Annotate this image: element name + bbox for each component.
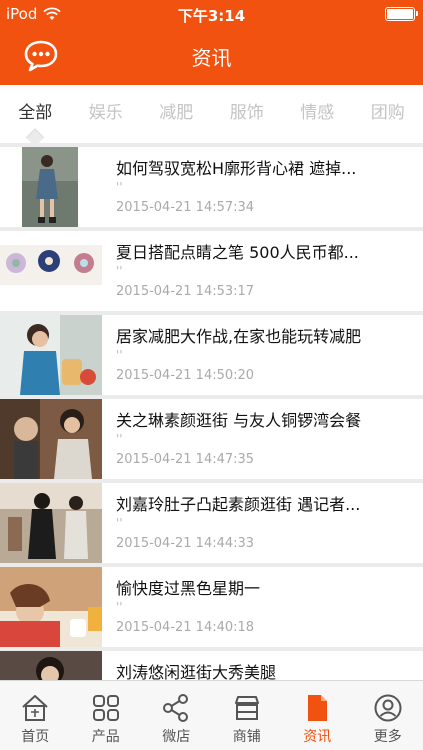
- list-item[interactable]: 关之琳素颜逛街 与友人铜锣湾会餐 '' 2015-04-21 14:47:35: [0, 399, 423, 479]
- grid-icon: [92, 695, 119, 721]
- tabbar-shops[interactable]: 商铺: [212, 681, 283, 750]
- article-title: 居家减肥大作战,在家也能玩转减肥: [116, 327, 362, 346]
- article-thumbnail: [0, 147, 102, 227]
- article-title: 刘嘉玲肚子凸起素颜逛街 遇记者...: [116, 495, 361, 514]
- tabbar-label: 微店: [162, 729, 191, 745]
- article-date: 2015-04-21 14:50:20: [116, 368, 255, 383]
- battery-icon: [385, 7, 418, 21]
- tabbar-label: 首页: [21, 729, 50, 745]
- article-date: 2015-04-21 14:44:33: [116, 536, 255, 551]
- status-bar: iPod 下午3:14: [0, 0, 423, 28]
- list-item[interactable]: 居家减肥大作战,在家也能玩转减肥 '' 2015-04-21 14:50:20: [0, 315, 423, 395]
- article-thumbnail: [0, 315, 102, 395]
- article-title: 愉快度过黑色星期一: [116, 579, 261, 598]
- tabbar-products[interactable]: 产品: [71, 681, 142, 750]
- article-thumbnail: [0, 651, 102, 680]
- status-time: 下午3:14: [177, 7, 246, 25]
- tabbar-home[interactable]: 首页: [0, 681, 71, 750]
- shop-icon: [234, 696, 259, 720]
- home-icon: [22, 695, 48, 721]
- nav-bar: 资讯: [0, 28, 423, 85]
- article-summary: '': [116, 264, 123, 278]
- share-icon: [163, 694, 189, 722]
- tab-all[interactable]: 全部: [0, 85, 71, 143]
- tab-entertainment[interactable]: 娱乐: [71, 85, 142, 143]
- article-summary: '': [116, 600, 123, 614]
- tabbar-label: 产品: [91, 729, 120, 745]
- article-list: 如何驾驭宽松H廓形背心裙 遮掉... '' 2015-04-21 14:57:3…: [0, 143, 423, 680]
- article-summary: '': [116, 516, 123, 530]
- page-title: 资讯: [191, 46, 232, 70]
- article-title: 关之琳素颜逛街 与友人铜锣湾会餐: [116, 411, 362, 430]
- tabbar-label: 商铺: [232, 729, 261, 745]
- list-item[interactable]: 刘涛悠闲逛街大秀美腿 '': [0, 651, 423, 680]
- tabbar-label: 更多: [373, 729, 402, 745]
- article-thumbnail: [0, 231, 102, 311]
- article-thumbnail: [0, 567, 102, 647]
- list-item[interactable]: 夏日搭配点睛之笔 500人民币都... '' 2015-04-21 14:53:…: [0, 231, 423, 311]
- document-icon: [308, 695, 328, 721]
- list-item[interactable]: 刘嘉玲肚子凸起素颜逛街 遇记者... '' 2015-04-21 14:44:3…: [0, 483, 423, 563]
- article-date: 2015-04-21 14:57:34: [116, 200, 255, 215]
- article-summary: '': [116, 180, 123, 194]
- tab-emotion[interactable]: 情感: [282, 85, 353, 143]
- article-summary: '': [116, 432, 123, 446]
- user-icon: [374, 694, 402, 722]
- tabbar-more[interactable]: 更多: [353, 681, 423, 750]
- article-title: 刘涛悠闲逛街大秀美腿: [116, 663, 277, 680]
- article-thumbnail: [0, 483, 102, 563]
- tabbar-label: 资讯: [303, 729, 332, 745]
- bottom-tab-bar: 首页 产品 微店 商铺 资讯 更多: [0, 680, 423, 750]
- list-item[interactable]: 愉快度过黑色星期一 '' 2015-04-21 14:40:18: [0, 567, 423, 647]
- category-tabs: 全部 娱乐 减肥 服饰 情感 团购: [0, 85, 423, 143]
- article-title: 如何驾驭宽松H廓形背心裙 遮掉...: [116, 159, 357, 178]
- tabbar-news[interactable]: 资讯: [282, 681, 353, 750]
- article-title: 夏日搭配点睛之笔 500人民币都...: [116, 243, 359, 262]
- tab-clothing[interactable]: 服饰: [212, 85, 283, 143]
- tab-weight-loss[interactable]: 减肥: [141, 85, 212, 143]
- article-date: 2015-04-21 14:47:35: [116, 452, 255, 467]
- article-thumbnail: [0, 399, 102, 479]
- tab-group-buy[interactable]: 团购: [353, 85, 423, 143]
- article-summary: '': [116, 348, 123, 362]
- list-item[interactable]: 如何驾驭宽松H廓形背心裙 遮掉... '' 2015-04-21 14:57:3…: [0, 147, 423, 227]
- article-date: 2015-04-21 14:40:18: [116, 620, 255, 635]
- tabbar-microstore[interactable]: 微店: [141, 681, 212, 750]
- article-date: 2015-04-21 14:53:17: [116, 284, 255, 299]
